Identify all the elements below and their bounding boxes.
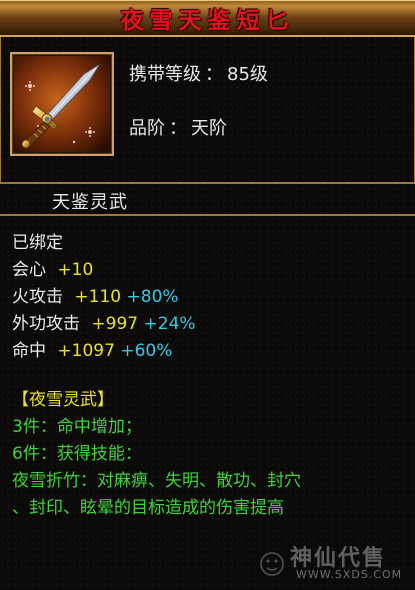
stat-base: +997 xyxy=(91,314,139,334)
grade-value: 天阶 xyxy=(191,118,227,139)
stat-row: 命中 +1097 +60% xyxy=(12,338,407,365)
stat-name: 会心 xyxy=(12,260,46,280)
stat-bonus: +80% xyxy=(126,287,179,307)
grade-label: 品阶 xyxy=(129,118,165,139)
stat-row: 会心 +10 xyxy=(12,257,407,284)
item-details: 已绑定 会心 +10 火攻击 +110 +80% 外功攻击 +997 +24% … xyxy=(12,230,407,522)
carry-level-value: 85级 xyxy=(227,64,268,85)
tooltip-title-bar: 夜雪天鉴短匕 xyxy=(0,0,415,37)
section-title: 天鉴灵武 xyxy=(52,192,128,213)
divider xyxy=(0,214,415,216)
item-header: 携带等级： 85级 品阶：天阶 xyxy=(0,37,415,182)
item-grade: 品阶：天阶 xyxy=(129,114,227,140)
item-tooltip: 夜雪天鉴短匕 携带等级 ： 85级 品阶 ： 天阶 天鉴灵武 已绑定 会心 +1… xyxy=(0,0,415,590)
stat-name: 命中 xyxy=(12,341,46,361)
separator: ： xyxy=(205,64,223,85)
item-name: 夜雪天鉴短匕 xyxy=(120,6,295,34)
carry-level-label: 携带等级 xyxy=(129,64,201,85)
skill-description-line-1: 夜雪折竹：对麻痹、失明、散功、封穴 xyxy=(12,471,301,491)
bound-status: 已绑定 xyxy=(12,233,63,253)
divider xyxy=(0,182,415,184)
item-icon-frame[interactable] xyxy=(10,52,114,156)
stat-base: +110 xyxy=(74,287,122,307)
set-bonus-6: 6件：获得技能： xyxy=(12,444,142,464)
stat-row: 火攻击 +110 +80% xyxy=(12,284,407,311)
dagger-icon xyxy=(14,56,110,152)
stat-name: 火攻击 xyxy=(12,287,63,307)
set-name: 【夜雪灵武】 xyxy=(12,390,114,410)
stat-base: +10 xyxy=(57,260,94,280)
set-bonus-3: 3件：命中增加； xyxy=(12,417,142,437)
stat-base: +1097 xyxy=(57,341,115,361)
stat-bonus: +60% xyxy=(120,341,173,361)
stat-name: 外功攻击 xyxy=(12,314,80,334)
separator: ： xyxy=(169,118,187,139)
skill-description-line-2: 、封印、眩晕的目标造成的伤害提高 xyxy=(12,498,284,518)
carry-level: 携带等级： 85级 xyxy=(129,60,268,86)
stat-row: 外功攻击 +997 +24% xyxy=(12,311,407,338)
stat-bonus: +24% xyxy=(143,314,196,334)
watermark-url: WWW.SXDS.COM xyxy=(296,568,403,581)
